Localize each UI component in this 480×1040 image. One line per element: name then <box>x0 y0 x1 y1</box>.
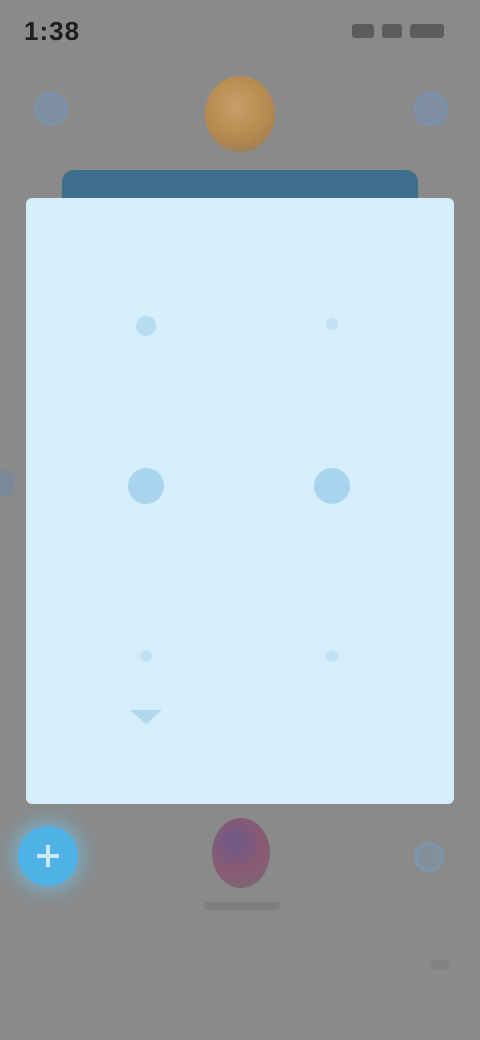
option-3-label <box>56 510 236 532</box>
bottom-bar <box>0 812 480 922</box>
add-button[interactable] <box>18 826 78 886</box>
status-icons <box>352 24 444 40</box>
option-6[interactable] <box>242 640 422 770</box>
option-4-icon <box>314 468 350 504</box>
option-2[interactable] <box>242 308 422 438</box>
option-1-label <box>56 350 236 372</box>
option-1[interactable] <box>56 308 236 438</box>
option-5[interactable] <box>56 640 236 770</box>
options-modal <box>26 198 454 804</box>
option-5-label <box>56 682 236 704</box>
modal-title <box>26 232 454 258</box>
option-4-label <box>242 510 422 532</box>
status-time: 1:38 <box>24 16 81 46</box>
top-bar <box>0 70 480 160</box>
flag-avatar[interactable] <box>212 818 270 888</box>
option-1-icon <box>136 316 156 336</box>
flag-caption <box>204 902 280 910</box>
settings-icon[interactable] <box>414 92 448 126</box>
corner-indicator <box>430 960 450 970</box>
option-3-icon <box>128 468 164 504</box>
option-2-label <box>242 350 422 372</box>
option-6-icon <box>326 650 338 662</box>
chevron-down-icon <box>130 710 162 724</box>
option-6-label <box>242 682 422 704</box>
battery-icon <box>410 24 444 38</box>
wifi-icon <box>382 24 402 38</box>
sheet-header-strip <box>62 170 418 200</box>
option-4[interactable] <box>242 468 422 598</box>
plus-icon-vertical <box>46 845 50 867</box>
edge-handle[interactable] <box>0 470 14 496</box>
profile-avatar[interactable] <box>205 76 275 152</box>
menu-icon[interactable] <box>34 92 68 126</box>
signal-icon <box>352 24 374 38</box>
option-2-icon <box>326 318 338 330</box>
option-5-icon <box>140 650 152 662</box>
status-bar: 1:38 <box>0 0 480 60</box>
option-3[interactable] <box>56 468 236 598</box>
gear-icon[interactable] <box>414 842 444 872</box>
